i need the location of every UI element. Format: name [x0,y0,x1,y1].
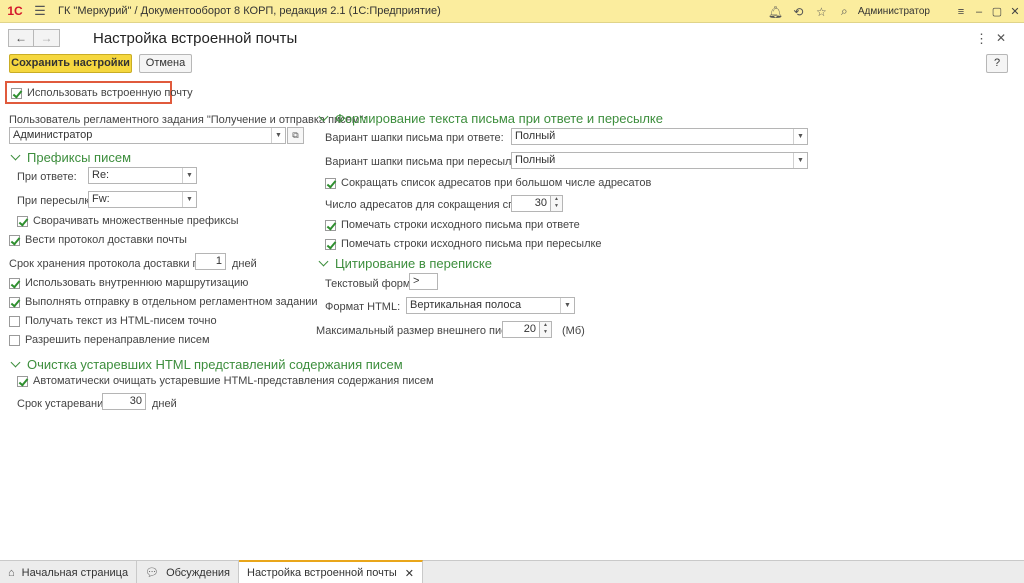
cancel-button[interactable]: Отмена [139,54,192,73]
checkbox-box[interactable] [9,277,20,289]
open-icon[interactable]: ⧉ [287,127,304,144]
reply-header-label: Вариант шапки письма при ответе: [325,132,504,144]
mark-forward-checkbox[interactable]: Помечать строки исходного письма при пер… [325,238,602,250]
shorten-count-label: Число адресатов для сокращения списка: [325,199,541,211]
text-format-field[interactable]: > [409,273,438,290]
checkbox-box[interactable] [325,219,336,231]
allow-redirect-checkbox[interactable]: Разрешить перенаправление писем [9,334,210,346]
close-tab-icon[interactable]: ✕ [405,567,414,580]
more-vertical-icon[interactable]: ⋮ [975,31,988,47]
section-chevron-icon[interactable] [318,256,329,267]
internal-routing-checkbox[interactable]: Использовать внутреннюю маршрутизацию [9,277,248,289]
minimize-icon[interactable]: – [970,6,988,18]
star-icon[interactable]: ☆ [810,5,833,19]
save-settings-button[interactable]: Сохранить настройки [9,54,132,73]
close-window-icon[interactable]: ✕ [1006,5,1024,18]
prefixes-section[interactable]: Префиксы писем [10,150,131,165]
chevron-down-icon[interactable]: ▼ [560,298,574,313]
max-size-unit: (Мб) [562,325,585,337]
checkbox-box[interactable] [17,215,28,227]
section-chevron-icon[interactable] [318,111,329,122]
max-size-label: Максимальный размер внешнего письма: [316,325,530,337]
bell-icon[interactable]: 🔔︎ [764,5,787,19]
app-logo: 1С [7,4,23,18]
reply-prefix-field[interactable]: Re: ▼ [88,167,197,184]
chat-icon: 💬︎ [145,567,160,579]
chevron-down-icon[interactable]: ▼ [182,192,196,207]
maximize-icon[interactable]: ▢ [988,5,1006,18]
log-retention-field[interactable]: 1 [195,253,226,270]
section-chevron-icon[interactable] [10,357,21,368]
log-retention-unit: дней [232,258,257,270]
history-icon[interactable]: ⟲ [787,5,810,19]
text-forming-section[interactable]: Формирование текста письма при ответе и … [318,111,663,126]
tab-mail-settings[interactable]: Настройка встроенной почты ✕ [239,560,424,583]
nav-buttons: ← → [8,29,60,47]
chevron-down-icon[interactable]: ▼ [271,128,285,143]
html-format-field[interactable]: Вертикальная полоса ▼ [406,297,575,314]
separate-job-checkbox[interactable]: Выполнять отправку в отдельном регламент… [9,296,318,308]
home-icon: ⌂ [8,566,15,579]
window-menu-icon[interactable]: ≡ [952,6,970,18]
collapse-prefixes-checkbox[interactable]: Сворачивать множественные префиксы [17,215,239,227]
main-menu-icon[interactable]: ☰ [30,3,50,19]
expiry-field[interactable]: 30 [102,393,146,410]
title-bar: 1С ☰ ГК "Меркурий" / Документооборот 8 К… [0,0,1024,23]
tab-home[interactable]: ⌂ Начальная страница [0,561,138,583]
checkbox-box[interactable] [9,334,20,346]
bottom-tab-bar: ⌂ Начальная страница 💬︎ Обсуждения Настр… [0,560,1024,583]
checkbox-box[interactable] [11,87,22,99]
chevron-down-icon[interactable]: ▼ [182,168,196,183]
quoting-section[interactable]: Цитирование в переписке [318,256,492,271]
use-builtin-checkbox[interactable]: Использовать встроенную почту [11,87,193,99]
checkbox-box[interactable] [17,375,28,387]
shorten-count-field[interactable]: 30 [511,195,551,212]
forward-header-field[interactable]: Полный ▼ [511,152,808,169]
chevron-down-icon[interactable]: ▼ [793,153,807,168]
tab-discussions[interactable]: 💬︎ Обсуждения [137,561,239,583]
chevron-down-icon[interactable]: ▼ [793,129,807,144]
back-arrow-icon[interactable]: ← [8,29,34,47]
forward-prefix-label: При пересылке: [17,195,99,207]
max-size-field[interactable]: 20 [502,321,540,338]
close-form-icon[interactable]: ✕ [996,31,1006,45]
cleanup-section[interactable]: Очистка устаревших HTML представлений со… [10,357,403,372]
forward-arrow-icon[interactable]: → [34,29,60,47]
search-icon[interactable]: ⌕ [833,4,856,19]
shorten-count-stepper[interactable]: ▲ ▼ [551,195,563,212]
checkbox-box[interactable] [9,315,20,327]
reply-header-field[interactable]: Полный ▼ [511,128,808,145]
checkbox-box[interactable] [9,296,20,308]
section-chevron-icon[interactable] [10,150,21,161]
max-size-stepper[interactable]: ▲ ▼ [540,321,552,338]
checkbox-box[interactable] [325,238,336,250]
html-exact-checkbox[interactable]: Получать текст из HTML-писем точно [9,315,217,327]
page-title: Настройка встроенной почты [93,30,298,47]
job-user-label: Пользователь регламентного задания "Полу… [9,114,367,126]
job-user-field[interactable]: Администратор ▼ [9,127,286,144]
mark-reply-checkbox[interactable]: Помечать строки исходного письма при отв… [325,219,580,231]
shorten-list-checkbox[interactable]: Сокращать список адресатов при большом ч… [325,177,651,189]
delivery-log-checkbox[interactable]: Вести протокол доставки почты [9,234,187,246]
expiry-label: Срок устаревания [17,398,110,410]
html-format-label: Формат HTML: [325,301,401,313]
help-button[interactable]: ? [986,54,1008,73]
forward-prefix-field[interactable]: Fw: ▼ [88,191,197,208]
checkbox-box[interactable] [9,234,20,246]
expiry-unit: дней [152,398,177,410]
log-retention-label: Срок хранения протокола доставки почты: [9,258,227,270]
auto-cleanup-checkbox[interactable]: Автоматически очищать устаревшие HTML-пр… [17,375,434,387]
checkbox-box[interactable] [325,177,336,189]
forward-header-label: Вариант шапки письма при пересылке: [325,156,526,168]
current-user[interactable]: Администратор [858,6,930,17]
app-title: ГК "Меркурий" / Документооборот 8 КОРП, … [58,5,441,17]
reply-prefix-label: При ответе: [17,171,77,183]
